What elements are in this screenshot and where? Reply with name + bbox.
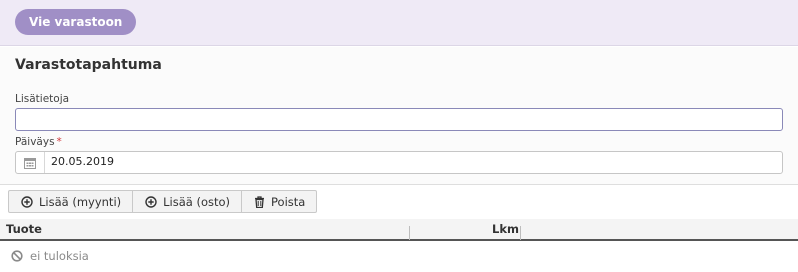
empty-results-text: ei tuloksia	[30, 248, 89, 263]
date-value: 20.05.2019	[51, 155, 114, 168]
required-mark: *	[56, 136, 62, 148]
date-field[interactable]: 20.05.2019	[15, 151, 783, 174]
calendar-icon	[24, 157, 36, 169]
stock-event-form: Varastotapahtuma Lisätietoja Päiväys * 20…	[0, 47, 798, 184]
column-header-product[interactable]: Tuote	[6, 222, 42, 236]
no-entry-icon	[11, 249, 23, 262]
notes-label: Lisätietoja	[15, 93, 70, 105]
date-label: Päiväys *	[15, 136, 62, 148]
add-sale-label: Lisää (myynti)	[39, 194, 122, 209]
column-header-quantity[interactable]: Lkm	[492, 222, 519, 236]
add-sale-button[interactable]: Lisää (myynti)	[8, 190, 134, 213]
form-title: Varastotapahtuma	[15, 57, 162, 73]
export-to-stock-button[interactable]: Vie varastoon	[15, 9, 137, 35]
date-label-text: Päiväys	[15, 136, 55, 148]
plus-circle-icon	[21, 195, 33, 208]
notes-input[interactable]	[15, 108, 783, 131]
delete-button[interactable]: Poista	[241, 190, 318, 213]
grid-toolbar: Lisää (myynti) Lisää (osto) Poista	[8, 190, 318, 213]
section-divider	[0, 184, 798, 185]
add-purchase-label: Lisää (osto)	[163, 194, 231, 209]
top-action-bar: Vie varastoon	[0, 0, 798, 46]
plus-circle-icon	[145, 195, 157, 208]
trash-icon	[255, 195, 265, 208]
table-header: Tuote Lkm	[0, 219, 798, 241]
empty-results-row: ei tuloksia	[0, 243, 798, 268]
date-picker-button[interactable]	[16, 152, 45, 173]
column-resize-handle[interactable]	[520, 226, 521, 240]
add-purchase-button[interactable]: Lisää (osto)	[132, 190, 243, 213]
delete-label: Poista	[271, 194, 306, 209]
column-resize-handle[interactable]	[409, 226, 410, 240]
